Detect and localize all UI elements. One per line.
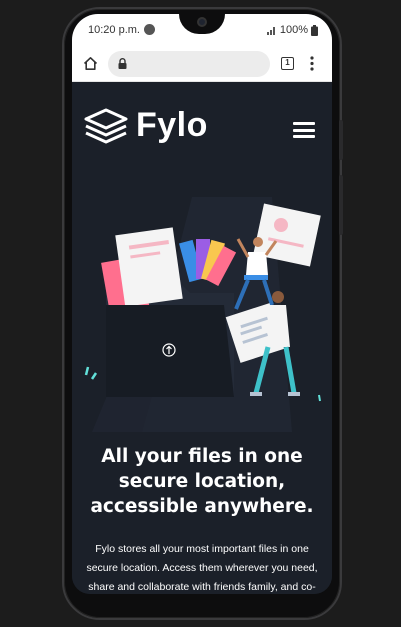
front-camera [197,17,207,27]
phone-screen: 10:20 p.m. 100% 1 Fylo All your files in… [72,14,332,594]
tab-count-button[interactable]: 1 [281,57,294,70]
home-icon[interactable] [83,56,98,71]
power-button [339,175,343,235]
hero-description: Fylo stores all your most important file… [86,543,318,593]
more-options-icon[interactable] [310,56,314,71]
hero-illustration [84,197,321,432]
status-time: 10:20 p.m. [88,24,140,36]
status-right: 100% [266,24,318,36]
page-content: Fylo All your files in one secure locati… [72,82,332,594]
status-bar: 10:20 p.m. 100% [72,14,332,46]
battery-percent: 100% [279,24,308,36]
volume-button [339,120,343,160]
signal-icon [266,27,275,35]
browser-toolbar: 1 [72,46,332,82]
logo-text: Fylo [136,106,208,144]
battery-icon [311,24,318,36]
address-bar[interactable] [108,51,270,77]
spotify-icon [144,24,155,35]
hero-headline: All your files in one secure location, a… [90,446,314,517]
site-logo[interactable]: Fylo [84,106,208,145]
hamburger-menu-icon[interactable] [293,122,315,138]
lock-icon [118,58,127,69]
stack-logo-icon [84,108,128,143]
